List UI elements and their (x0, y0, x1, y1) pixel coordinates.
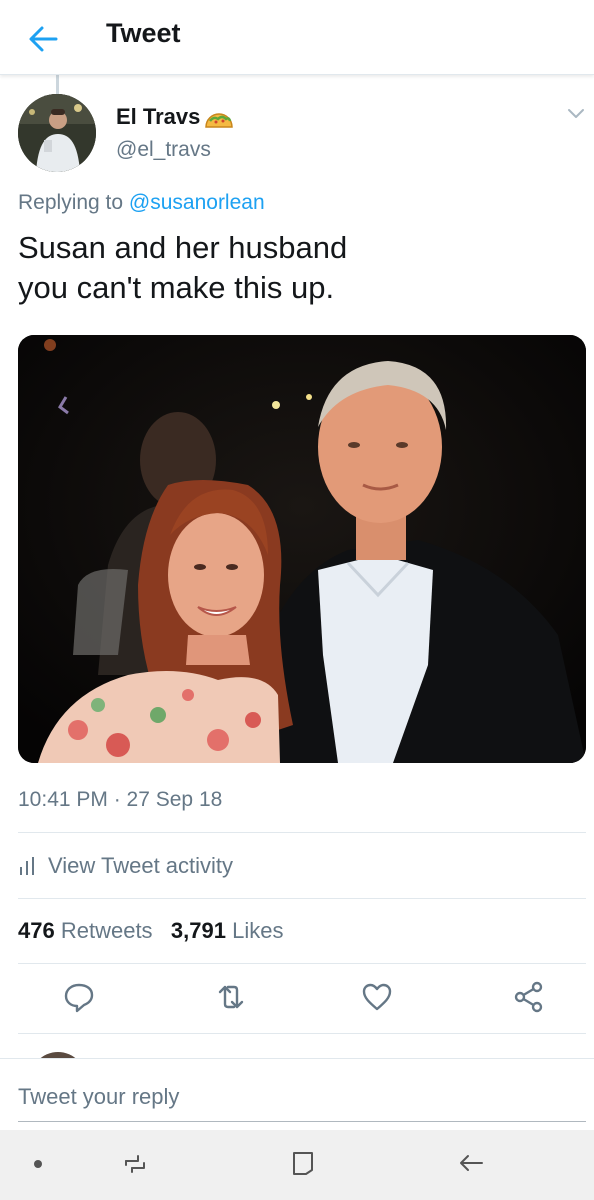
page-title: Tweet (106, 18, 181, 48)
author-display-name[interactable]: El Travs (116, 104, 200, 130)
mention-link[interactable]: @susanorlean (129, 191, 265, 214)
retweets-stat[interactable]: 476 Retweets (18, 918, 153, 943)
tweet-photo[interactable] (18, 335, 586, 763)
arrow-left-icon[interactable] (26, 22, 60, 56)
retweet-icon[interactable] (214, 980, 248, 1014)
tweet-stats: 476 Retweets 3,791 Likes (18, 918, 283, 944)
likes-label: Likes (232, 918, 284, 943)
bar-chart-icon (20, 857, 34, 875)
home-icon[interactable] (288, 1148, 318, 1178)
replying-to-line: Replying to @susanorlean (18, 191, 265, 215)
tweet-text-line: Susan and her husband (18, 230, 348, 265)
retweets-count: 476 (18, 918, 55, 943)
like-icon[interactable] (360, 980, 394, 1014)
tweet-text-line: you can't make this up. (18, 270, 335, 305)
app-header: Tweet (0, 0, 594, 75)
replying-to-prefix: Replying to (18, 191, 129, 214)
reply-composer (0, 1058, 594, 1129)
taco-icon (205, 113, 233, 128)
reply-icon[interactable] (62, 980, 96, 1014)
tweet-text: Susan and her husband you can't make thi… (18, 228, 578, 308)
tweet-timestamp: 10:41 PM · 27 Sep 18 (18, 788, 223, 811)
dot-icon[interactable] (34, 1160, 42, 1168)
divider (18, 832, 586, 833)
author-avatar[interactable] (18, 94, 96, 172)
thread-connector-line (56, 75, 59, 95)
avatar-image (18, 94, 96, 172)
divider (18, 898, 586, 899)
view-tweet-activity-label: View Tweet activity (48, 853, 234, 878)
share-icon[interactable] (512, 980, 546, 1014)
recent-apps-icon[interactable] (120, 1148, 150, 1178)
photo-image (18, 335, 586, 763)
author-handle[interactable]: @el_travs (116, 138, 211, 162)
likes-stat[interactable]: 3,791 Likes (171, 918, 284, 943)
divider (18, 1033, 586, 1034)
likes-count: 3,791 (170, 918, 226, 943)
chevron-down-icon[interactable] (566, 106, 586, 122)
divider (18, 963, 586, 964)
retweets-label: Retweets (60, 918, 153, 943)
back-icon[interactable] (456, 1148, 486, 1178)
reply-input[interactable] (18, 1073, 586, 1122)
